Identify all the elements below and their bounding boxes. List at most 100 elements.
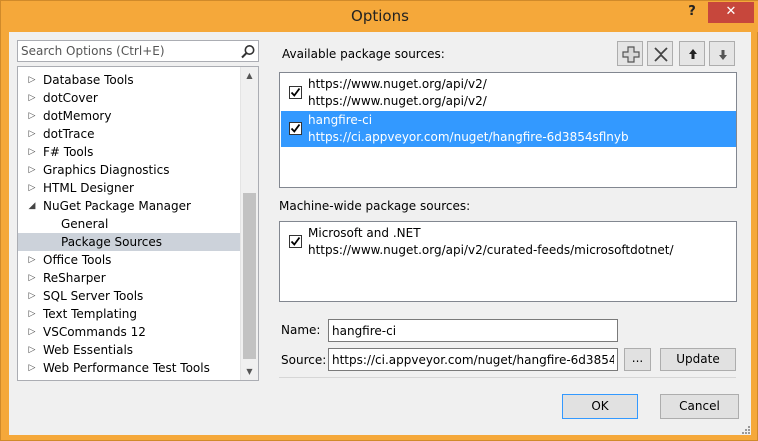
expand-arrow-icon[interactable]: ▷: [26, 323, 38, 341]
expand-arrow-icon[interactable]: ▷: [26, 269, 38, 287]
tree-item-label: dotMemory: [43, 109, 112, 123]
tree-item-label: ReSharper: [43, 271, 106, 285]
tree-item-label: Office Tools: [43, 253, 112, 267]
tree-item-label: Database Tools: [43, 73, 134, 87]
package-source-item[interactable]: Microsoft and .NET https://www.nuget.org/…: [281, 224, 736, 260]
title-bar[interactable]: Options ? ✕: [1, 1, 758, 32]
package-source-item[interactable]: hangfire-ci https://ci.appveyor.com/nuget…: [281, 111, 736, 147]
tree-item[interactable]: ▷ Web Essentials: [18, 341, 240, 359]
tree-item[interactable]: ▷ Text Templating: [18, 305, 240, 323]
move-up-button[interactable]: [679, 41, 705, 66]
source-name: Microsoft and .NET: [308, 226, 421, 240]
tree-item-label: SQL Server Tools: [43, 289, 144, 303]
resize-grip-icon[interactable]: [741, 425, 751, 435]
source-label: Source:: [281, 353, 327, 367]
expand-arrow-icon[interactable]: ▷: [26, 143, 38, 161]
tree-item[interactable]: General: [18, 215, 240, 233]
arrow-up-icon: [689, 49, 697, 59]
source-url: https://www.nuget.org/api/v2/: [308, 94, 487, 108]
search-input[interactable]: [21, 43, 231, 59]
expand-arrow-icon[interactable]: ▷: [26, 179, 38, 197]
expand-arrow-icon[interactable]: ▷: [26, 305, 38, 323]
tree-item[interactable]: ▷ F# Tools: [18, 143, 240, 161]
expand-arrow-icon[interactable]: ▷: [26, 341, 38, 359]
expand-arrow-icon[interactable]: ▷: [26, 107, 38, 125]
tree-item[interactable]: ▷ dotCover: [18, 89, 240, 107]
scroll-up-icon[interactable]: ▲: [241, 67, 258, 84]
tree-item[interactable]: ▷ VSCommands 12: [18, 323, 240, 341]
tree-item[interactable]: ▷ Web Performance Test Tools: [18, 359, 240, 377]
tree-item-label: Text Templating: [43, 307, 138, 321]
move-down-button[interactable]: [709, 41, 735, 66]
help-button[interactable]: ?: [681, 3, 703, 23]
expand-arrow-icon[interactable]: ▷: [26, 125, 38, 143]
source-name: hangfire-ci: [308, 113, 373, 127]
checkmark-icon: [290, 123, 301, 133]
enabled-checkbox[interactable]: [289, 86, 302, 99]
scroll-thumb[interactable]: [243, 193, 256, 359]
package-source-item[interactable]: https://www.nuget.org/api/v2/https://www…: [281, 75, 736, 111]
dialog-client-area: ▷ Database Tools ▷ dotCover ▷ dotMemory ▷ dotTr…: [9, 32, 751, 435]
tree-item[interactable]: ▷ SQL Server Tools: [18, 287, 240, 305]
cancel-button[interactable]: Cancel: [660, 394, 739, 419]
delete-icon: [654, 47, 668, 62]
name-input[interactable]: [328, 319, 618, 342]
source-input[interactable]: [328, 348, 618, 371]
tree-item-label: VSCommands 12: [43, 325, 146, 339]
options-window: Options ? ✕ ▷ Database Tools ▷ dotCover ▷ dot…: [0, 0, 758, 441]
tree-item-label: dotTrace: [43, 127, 95, 141]
remove-source-button[interactable]: [647, 41, 673, 66]
tree-item[interactable]: Package Sources: [18, 233, 240, 251]
available-sources-list[interactable]: https://www.nuget.org/api/v2/https://www…: [279, 72, 737, 188]
source-name: https://www.nuget.org/api/v2/: [308, 77, 487, 91]
window-title: Options: [351, 7, 409, 25]
tree-item-label: Graphics Diagnostics: [43, 163, 170, 177]
tree-item-label: dotCover: [43, 91, 98, 105]
expand-arrow-icon[interactable]: ▷: [26, 161, 38, 179]
tree-item[interactable]: ▷ Office Tools: [18, 251, 240, 269]
source-url: https://ci.appveyor.com/nuget/hangfire-6…: [308, 130, 629, 144]
search-box[interactable]: [17, 40, 259, 62]
enabled-checkbox[interactable]: [289, 122, 302, 135]
machine-wide-sources-label: Machine-wide package sources:: [279, 199, 471, 213]
tree-scrollbar[interactable]: ▲ ▼: [240, 67, 258, 380]
tree-item-label: General: [61, 217, 109, 231]
tree-item-label: HTML Designer: [43, 181, 134, 195]
source-url: https://www.nuget.org/api/v2/curated-fee…: [308, 243, 674, 257]
expand-arrow-icon[interactable]: ▷: [26, 287, 38, 305]
tree-item[interactable]: ▷ ReSharper: [18, 269, 240, 287]
scroll-down-icon[interactable]: ▼: [241, 363, 258, 380]
checkmark-icon: [290, 87, 301, 97]
add-source-button[interactable]: [617, 41, 643, 66]
tree-item[interactable]: ◢ NuGet Package Manager: [18, 197, 240, 215]
available-sources-label: Available package sources:: [282, 47, 445, 61]
tree-item[interactable]: ▷ HTML Designer: [18, 179, 240, 197]
footer-divider: [279, 377, 736, 378]
tree-item-label: Web Performance Test Tools: [43, 361, 210, 375]
name-label: Name:: [281, 323, 321, 337]
tree-item-label: F# Tools: [43, 145, 94, 159]
options-tree[interactable]: ▷ Database Tools ▷ dotCover ▷ dotMemory ▷ dotTr…: [17, 66, 259, 381]
expand-arrow-icon[interactable]: ▷: [26, 359, 38, 377]
checkmark-icon: [290, 236, 301, 246]
close-button[interactable]: ✕: [708, 2, 754, 23]
tree-item-label: NuGet Package Manager: [43, 199, 191, 213]
tree-item[interactable]: ▷ dotTrace: [18, 125, 240, 143]
update-button[interactable]: Update: [660, 348, 736, 371]
expand-arrow-icon[interactable]: ▷: [26, 71, 38, 89]
machine-wide-sources-list[interactable]: Microsoft and .NET https://www.nuget.org/…: [279, 221, 737, 302]
tree-item[interactable]: ▷ Graphics Diagnostics: [18, 161, 240, 179]
tree-item-label: Package Sources: [61, 235, 163, 249]
enabled-checkbox[interactable]: [289, 235, 302, 248]
tree-item[interactable]: ▷ dotMemory: [18, 107, 240, 125]
arrow-down-icon: [719, 50, 727, 60]
search-icon[interactable]: [240, 44, 256, 60]
expand-arrow-icon[interactable]: ▷: [26, 89, 38, 107]
browse-button[interactable]: ...: [624, 348, 651, 371]
tree-item-label: Web Essentials: [43, 343, 134, 357]
tree-item[interactable]: ▷ Database Tools: [18, 71, 240, 89]
expand-arrow-icon[interactable]: ▷: [26, 251, 38, 269]
plus-icon: [622, 46, 640, 63]
ok-button[interactable]: OK: [562, 394, 638, 419]
collapse-arrow-icon[interactable]: ◢: [26, 197, 38, 215]
